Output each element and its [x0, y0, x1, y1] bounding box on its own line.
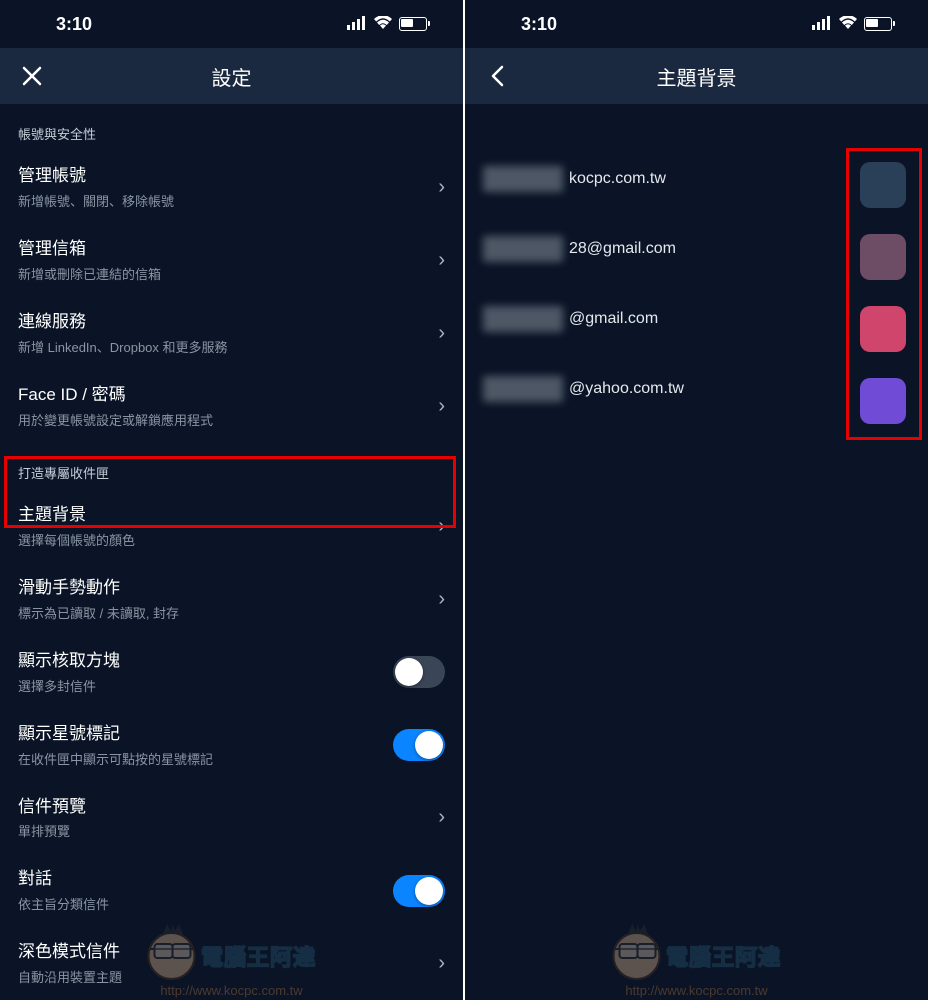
- chevron-right-icon: ›: [438, 515, 445, 538]
- status-bar: 3:10: [0, 0, 463, 48]
- chevron-right-icon: ›: [438, 806, 445, 829]
- battery-icon: [399, 17, 427, 31]
- watermark-avatar: [612, 932, 660, 980]
- status-bar: 3:10: [465, 0, 928, 48]
- row-sub: 在收件匣中顯示可點按的星號標記: [18, 749, 381, 768]
- back-button[interactable]: [483, 62, 511, 90]
- close-button[interactable]: [18, 62, 46, 90]
- row-sub: 選擇多封信件: [18, 676, 381, 695]
- settings-content: 帳號與安全性 管理帳號新增帳號、關閉、移除帳號 › 管理信箱新增或刪除已連結的信…: [0, 104, 463, 1000]
- row-sub: 用於變更帳號設定或解鎖應用程式: [18, 410, 426, 429]
- status-time: 3:10: [521, 14, 557, 35]
- cellular-icon: [347, 14, 367, 35]
- color-palette: [852, 152, 914, 434]
- phone-left: 3:10 設定 帳號與安全性 管理帳號新增帳號、關閉、移除帳號 › 管理信箱新增…: [0, 0, 463, 1000]
- row-sub: 新增帳號、關閉、移除帳號: [18, 191, 426, 210]
- row-title: 顯示星號標記: [18, 723, 381, 746]
- row-faceid-password[interactable]: Face ID / 密碼用於變更帳號設定或解鎖應用程式 ›: [0, 370, 463, 443]
- row-title: 連線服務: [18, 311, 426, 334]
- row-sub: 標示為已讀取 / 未讀取, 封存: [18, 603, 426, 622]
- account-email: @yahoo.com.tw: [569, 380, 684, 398]
- row-connected-services[interactable]: 連線服務新增 LinkedIn、Dropbox 和更多服務 ›: [0, 297, 463, 370]
- nav-header-theme: 主題背景: [465, 48, 928, 104]
- page-title: 主題背景: [657, 62, 737, 91]
- section-header-account: 帳號與安全性: [0, 104, 463, 151]
- watermark-text: 電腦王阿達: [666, 940, 781, 972]
- blurred-text: [483, 236, 563, 262]
- toggle-conversation[interactable]: [393, 875, 445, 907]
- battery-icon: [864, 17, 892, 31]
- row-manage-account[interactable]: 管理帳號新增帳號、關閉、移除帳號 ›: [0, 151, 463, 224]
- section-header-inbox: 打造專屬收件匣: [0, 443, 463, 490]
- watermark-avatar: [147, 932, 195, 980]
- row-title: 顯示核取方塊: [18, 650, 381, 673]
- account-email: kocpc.com.tw: [569, 170, 666, 188]
- blurred-text: [483, 166, 563, 192]
- wifi-icon: [373, 14, 393, 35]
- row-title: 管理帳號: [18, 165, 426, 188]
- row-show-checkboxes[interactable]: 顯示核取方塊選擇多封信件: [0, 636, 463, 709]
- chevron-right-icon: ›: [438, 952, 445, 975]
- cellular-icon: [812, 14, 832, 35]
- row-title: 對話: [18, 868, 381, 891]
- account-email: @gmail.com: [569, 310, 658, 328]
- row-sub: 依主旨分類信件: [18, 894, 381, 913]
- row-theme-background[interactable]: 主題背景選擇每個帳號的顏色 ›: [0, 490, 463, 563]
- chevron-right-icon: ›: [438, 395, 445, 418]
- row-sub: 新增或刪除已連結的信箱: [18, 264, 426, 283]
- row-swipe-actions[interactable]: 滑動手勢動作標示為已讀取 / 未讀取, 封存 ›: [0, 563, 463, 636]
- nav-header-settings: 設定: [0, 48, 463, 104]
- blurred-text: [483, 306, 563, 332]
- color-swatch-purple[interactable]: [860, 378, 906, 424]
- status-icons: [347, 14, 427, 35]
- watermark-text: 電腦王阿達: [201, 940, 316, 972]
- row-title: Face ID / 密碼: [18, 384, 426, 407]
- chevron-right-icon: ›: [438, 588, 445, 611]
- row-conversation[interactable]: 對話依主旨分類信件: [0, 854, 463, 927]
- row-sub: 選擇每個帳號的顏色: [18, 530, 426, 549]
- chevron-right-icon: ›: [438, 249, 445, 272]
- chevron-right-icon: ›: [438, 176, 445, 199]
- row-title: 主題背景: [18, 504, 426, 527]
- toggle-checkboxes[interactable]: [393, 656, 445, 688]
- chevron-right-icon: ›: [438, 322, 445, 345]
- phone-right: 3:10 主題背景 kocpc.com.tw 28@gmail.com @gma…: [465, 0, 928, 1000]
- blurred-text: [483, 376, 563, 402]
- row-manage-inbox[interactable]: 管理信箱新增或刪除已連結的信箱 ›: [0, 224, 463, 297]
- watermark: 電腦王阿達 http://www.kocpc.com.tw: [147, 932, 316, 980]
- row-title: 滑動手勢動作: [18, 577, 426, 600]
- color-swatch-mauve[interactable]: [860, 234, 906, 280]
- watermark: 電腦王阿達 http://www.kocpc.com.tw: [612, 932, 781, 980]
- row-sub: 單排預覽: [18, 821, 426, 840]
- row-title: 管理信箱: [18, 238, 426, 261]
- wifi-icon: [838, 14, 858, 35]
- watermark-url: http://www.kocpc.com.tw: [160, 983, 302, 998]
- row-show-stars[interactable]: 顯示星號標記在收件匣中顯示可點按的星號標記: [0, 709, 463, 782]
- watermark-url: http://www.kocpc.com.tw: [625, 983, 767, 998]
- row-mail-preview[interactable]: 信件預覽單排預覽 ›: [0, 782, 463, 855]
- status-time: 3:10: [56, 14, 92, 35]
- account-email: 28@gmail.com: [569, 240, 676, 258]
- toggle-stars[interactable]: [393, 729, 445, 761]
- page-title: 設定: [212, 62, 252, 91]
- row-title: 信件預覽: [18, 796, 426, 819]
- status-icons: [812, 14, 892, 35]
- color-swatch-navy[interactable]: [860, 162, 906, 208]
- color-swatch-pink[interactable]: [860, 306, 906, 352]
- row-sub: 新增 LinkedIn、Dropbox 和更多服務: [18, 337, 426, 356]
